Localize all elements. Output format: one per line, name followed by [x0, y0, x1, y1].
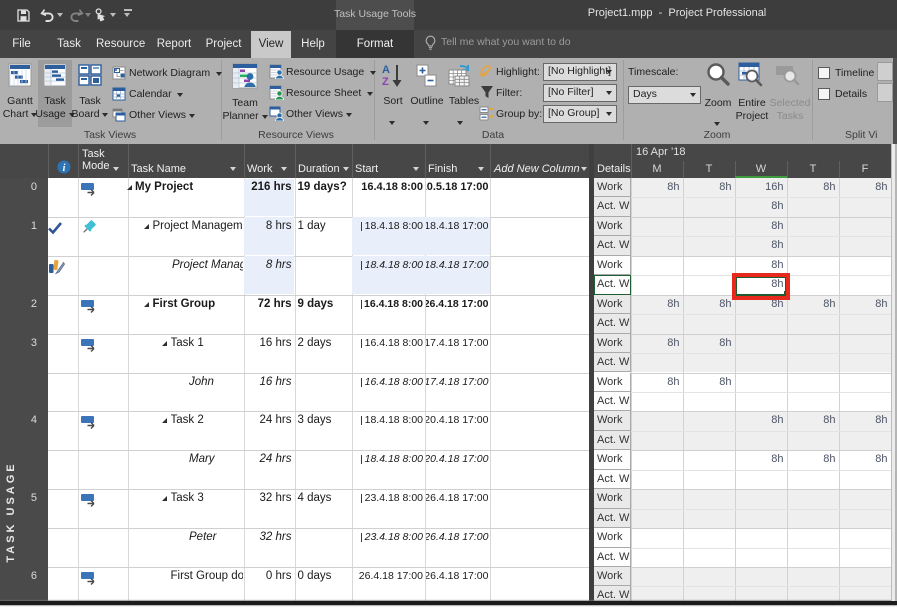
svg-text:Z: Z	[382, 76, 389, 88]
svg-text:i: i	[63, 163, 66, 174]
svg-text:A: A	[382, 64, 390, 76]
